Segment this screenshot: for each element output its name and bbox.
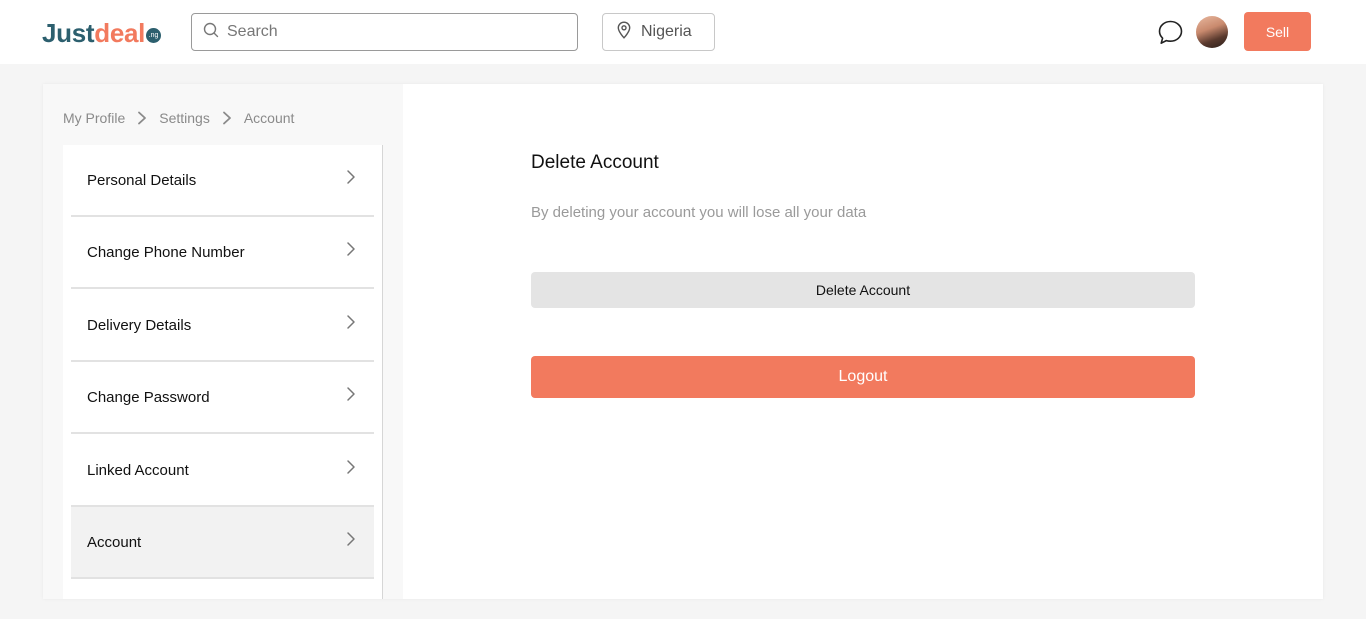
location-selector[interactable]: Nigeria xyxy=(602,13,715,51)
settings-sidebar: My Profile Settings Account Personal Det… xyxy=(43,84,403,599)
menu-item-label: Change Password xyxy=(87,388,210,406)
chevron-right-icon xyxy=(222,111,232,125)
chat-bubble-icon[interactable] xyxy=(1157,19,1184,46)
menu-item-account[interactable]: Account xyxy=(71,507,374,579)
chevron-right-icon xyxy=(346,531,356,552)
logo-text-just: Just xyxy=(42,18,95,48)
delete-account-description: By deleting your account you will lose a… xyxy=(531,204,867,221)
search-box[interactable] xyxy=(191,13,578,51)
chevron-right-icon xyxy=(346,386,356,407)
breadcrumb-my-profile[interactable]: My Profile xyxy=(63,110,125,126)
top-header: Justdeal.ng Nigeria Sell xyxy=(0,0,1366,64)
chevron-right-icon xyxy=(346,314,356,335)
logo-badge-ng: .ng xyxy=(146,28,162,43)
page-title: Delete Account xyxy=(531,152,659,173)
search-icon xyxy=(203,22,219,43)
chevron-right-icon xyxy=(346,169,356,190)
breadcrumb-settings[interactable]: Settings xyxy=(159,110,210,126)
menu-item-label: Personal Details xyxy=(87,171,197,189)
location-label: Nigeria xyxy=(641,23,692,40)
menu-item-linked-account[interactable]: Linked Account xyxy=(71,435,374,507)
delete-account-button[interactable]: Delete Account xyxy=(531,272,1195,308)
breadcrumb: My Profile Settings Account xyxy=(63,109,294,127)
breadcrumb-account: Account xyxy=(243,110,295,126)
menu-item-change-password[interactable]: Change Password xyxy=(71,362,374,434)
settings-menu: Personal Details Change Phone Number Del… xyxy=(63,145,383,599)
menu-item-personal-details[interactable]: Personal Details xyxy=(71,145,374,217)
justdeal-logo[interactable]: Just deal .ng xyxy=(42,16,162,48)
menu-item-change-phone-number[interactable]: Change Phone Number xyxy=(71,217,374,289)
menu-item-delivery-details[interactable]: Delivery Details xyxy=(71,290,374,362)
search-input[interactable] xyxy=(227,23,567,41)
menu-item-label: Delivery Details xyxy=(87,316,192,334)
menu-item-label: Change Phone Number xyxy=(87,243,245,261)
chevron-right-icon xyxy=(137,111,147,125)
logout-button[interactable]: Logout xyxy=(531,356,1195,398)
menu-item-label: Linked Account xyxy=(87,461,189,479)
sell-button[interactable]: Sell xyxy=(1244,12,1311,51)
chevron-right-icon xyxy=(346,459,356,480)
menu-item-label: Account xyxy=(87,533,142,551)
location-pin-icon xyxy=(617,20,631,44)
chevron-right-icon xyxy=(346,241,356,262)
account-settings-card: My Profile Settings Account Personal Det… xyxy=(43,84,1323,599)
user-avatar[interactable] xyxy=(1196,16,1228,48)
logo-text-deal: deal xyxy=(94,18,146,48)
